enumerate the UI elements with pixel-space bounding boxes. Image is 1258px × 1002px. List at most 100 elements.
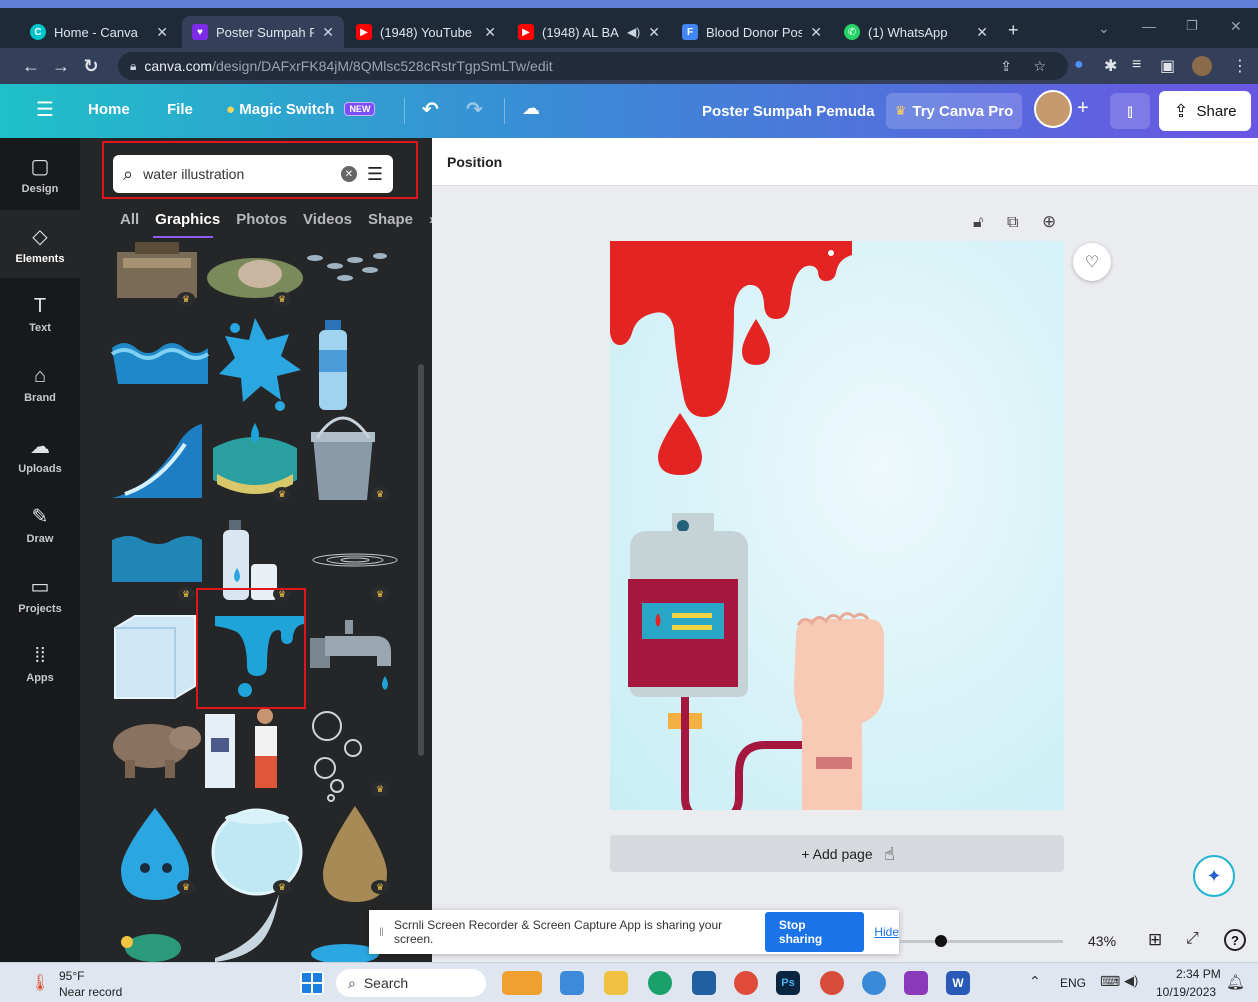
word-icon[interactable]: W — [946, 971, 970, 995]
fullscreen-icon[interactable]: ⤢ — [1186, 930, 1199, 948]
share-page-icon[interactable]: ⇪ — [1000, 58, 1012, 75]
design-page[interactable] — [610, 241, 1064, 823]
address-bar[interactable]: 🔒︎ canva.com/design/DAFxrFK84jM/8QMlsc52… — [118, 52, 1068, 80]
add-page-icon[interactable]: ⊕ — [1042, 212, 1056, 232]
rail-item-elements[interactable]: ◇ Elements — [0, 210, 80, 278]
bookmark-star-icon[interactable]: ☆ — [1033, 58, 1046, 75]
notification-bell-icon[interactable]: 🔔︎ — [1226, 973, 1245, 991]
tab-blood-donor[interactable]: F Blood Donor Poste ✕ — [672, 16, 832, 48]
reading-list-icon[interactable]: ≡ — [1132, 56, 1141, 74]
puzzle-extensions-icon[interactable]: ✱ — [1104, 56, 1117, 76]
insights-chart-icon[interactable]: ⫾ — [1110, 93, 1150, 129]
arm-fist-illustration[interactable] — [794, 612, 884, 810]
graphic-ice-cube[interactable] — [114, 615, 196, 699]
widgets-icon[interactable] — [502, 971, 542, 995]
clock-time[interactable]: 2:34 PM — [1176, 967, 1221, 981]
hamburger-menu-icon[interactable]: ☰ — [36, 97, 54, 122]
magic-assistant-icon[interactable]: ✦ — [1193, 855, 1235, 897]
graphic-water-faucet[interactable] — [310, 620, 391, 690]
rail-item-apps[interactable]: ⁞⁞ Apps — [0, 630, 80, 698]
undo-icon[interactable]: ↶ — [422, 97, 439, 122]
browser-menu-icon[interactable]: ⋮ — [1232, 56, 1248, 76]
taskbar-search[interactable]: ⌕ Search — [336, 969, 486, 997]
new-tab-icon[interactable]: + — [1008, 20, 1019, 41]
windows-start-icon[interactable] — [300, 971, 324, 995]
tab-photos[interactable]: Photos — [236, 211, 287, 228]
comment-add-icon[interactable]: ♡ — [1073, 243, 1111, 281]
weather-text[interactable]: Near record — [59, 985, 122, 999]
tab-poster-sumpah[interactable]: ♥ Poster Sumpah Pe ✕ — [182, 16, 344, 48]
chrome-profile-icon[interactable] — [820, 971, 844, 995]
graphic-water-ripple[interactable] — [312, 553, 398, 567]
rail-item-design[interactable]: ▢ Design — [0, 140, 80, 208]
cloud-saved-icon[interactable]: ☁ — [522, 98, 540, 119]
stop-sharing-button[interactable]: Stop sharing — [764, 912, 865, 952]
store-icon[interactable] — [692, 971, 716, 995]
extension-icon[interactable]: ● — [1074, 56, 1084, 74]
graphic-water-bottle[interactable] — [319, 320, 347, 410]
tab-search-chevron-icon[interactable]: ⌄ — [1098, 20, 1110, 37]
add-page-button[interactable]: + Add page — [610, 835, 1064, 872]
grid-view-icon[interactable]: ⊞ — [1148, 930, 1162, 950]
restore-icon[interactable]: ❐ — [1186, 18, 1198, 34]
tab-graphics[interactable]: Graphics — [155, 211, 220, 228]
window-close-icon[interactable]: ✕ — [1230, 18, 1242, 35]
weather-temp[interactable]: 95°F — [59, 969, 84, 983]
home-button[interactable]: Home — [88, 101, 130, 118]
network-icon[interactable]: ⌨ — [1100, 973, 1120, 990]
panel-scrollbar[interactable] — [418, 364, 424, 756]
rail-item-text[interactable]: T Text — [0, 280, 80, 348]
zoom-slider-thumb[interactable] — [935, 935, 947, 947]
search-input[interactable]: ⌕ water illustration ✕ ☰ — [113, 155, 393, 193]
lock-page-icon[interactable]: 🔓︎ — [973, 214, 983, 232]
graphic-fish-school[interactable] — [307, 253, 387, 281]
minimize-icon[interactable]: — — [1142, 18, 1156, 34]
close-tab-icon[interactable]: ✕ — [648, 24, 660, 41]
tab-al-bac[interactable]: ▶ (1948) AL BAC ◀) ✕ — [508, 16, 670, 48]
graphic-pond-animal[interactable] — [207, 258, 303, 298]
blood-drip-illustration[interactable] — [610, 241, 852, 475]
graphic-tidal-wave[interactable] — [112, 424, 202, 498]
close-tab-icon[interactable]: ✕ — [322, 24, 334, 41]
back-arrow-icon[interactable]: ← — [16, 56, 46, 77]
graphic-bucket[interactable] — [311, 416, 375, 500]
tab-whatsapp[interactable]: ✆ (1) WhatsApp ✕ — [834, 16, 998, 48]
redo-icon[interactable]: ↷ — [466, 97, 483, 122]
graphic-dry-land-drop[interactable] — [213, 423, 297, 494]
close-tab-icon[interactable]: ✕ — [484, 24, 496, 41]
position-button[interactable]: Position — [447, 154, 502, 170]
close-tab-icon[interactable]: ✕ — [156, 24, 168, 41]
duplicate-page-icon[interactable]: ⧉ — [1007, 214, 1018, 232]
rail-item-draw[interactable]: ✎ Draw — [0, 490, 80, 558]
rail-item-brand[interactable]: ⌂ Brand — [0, 350, 80, 418]
graphic-water-splash-2[interactable] — [215, 894, 279, 962]
profile-avatar[interactable] — [1192, 56, 1212, 76]
magic-switch-button[interactable]: ● Magic Switch NEW — [226, 101, 376, 118]
help-icon[interactable]: ? — [1224, 929, 1246, 951]
filter-sliders-icon[interactable]: ☰ — [367, 164, 383, 185]
graphic-water-splash[interactable] — [219, 318, 301, 411]
file-explorer-icon[interactable] — [604, 971, 628, 995]
close-tab-icon[interactable]: ✕ — [810, 24, 822, 41]
share-button[interactable]: ⇪ Share — [1159, 91, 1251, 131]
add-collaborator-icon[interactable]: + — [1077, 97, 1089, 120]
graphic-bubbles[interactable] — [312, 711, 362, 802]
user-avatar[interactable] — [1034, 90, 1072, 128]
graphic-water-surface[interactable] — [112, 536, 202, 582]
zoom-level[interactable]: 43% — [1088, 933, 1116, 949]
copilot-icon[interactable] — [560, 971, 584, 995]
graphic-hippo[interactable] — [113, 724, 201, 778]
close-tab-icon[interactable]: ✕ — [976, 24, 988, 41]
graphic-water-well[interactable] — [117, 242, 197, 298]
tab-all[interactable]: All — [120, 211, 139, 228]
canvas-scrollbar[interactable] — [1244, 188, 1252, 948]
reload-icon[interactable]: ↻ — [76, 56, 106, 77]
design-title[interactable]: Poster Sumpah Pemuda — [702, 103, 875, 120]
graphic-sea-turtle[interactable] — [121, 934, 181, 962]
tab-videos[interactable]: Videos — [303, 211, 352, 228]
file-menu-button[interactable]: File — [167, 101, 193, 118]
edge-browser-icon[interactable] — [648, 971, 672, 995]
chrome-icon[interactable] — [734, 971, 758, 995]
graphic-water-wave[interactable] — [110, 343, 210, 384]
photoshop-icon[interactable]: Ps — [776, 971, 800, 995]
